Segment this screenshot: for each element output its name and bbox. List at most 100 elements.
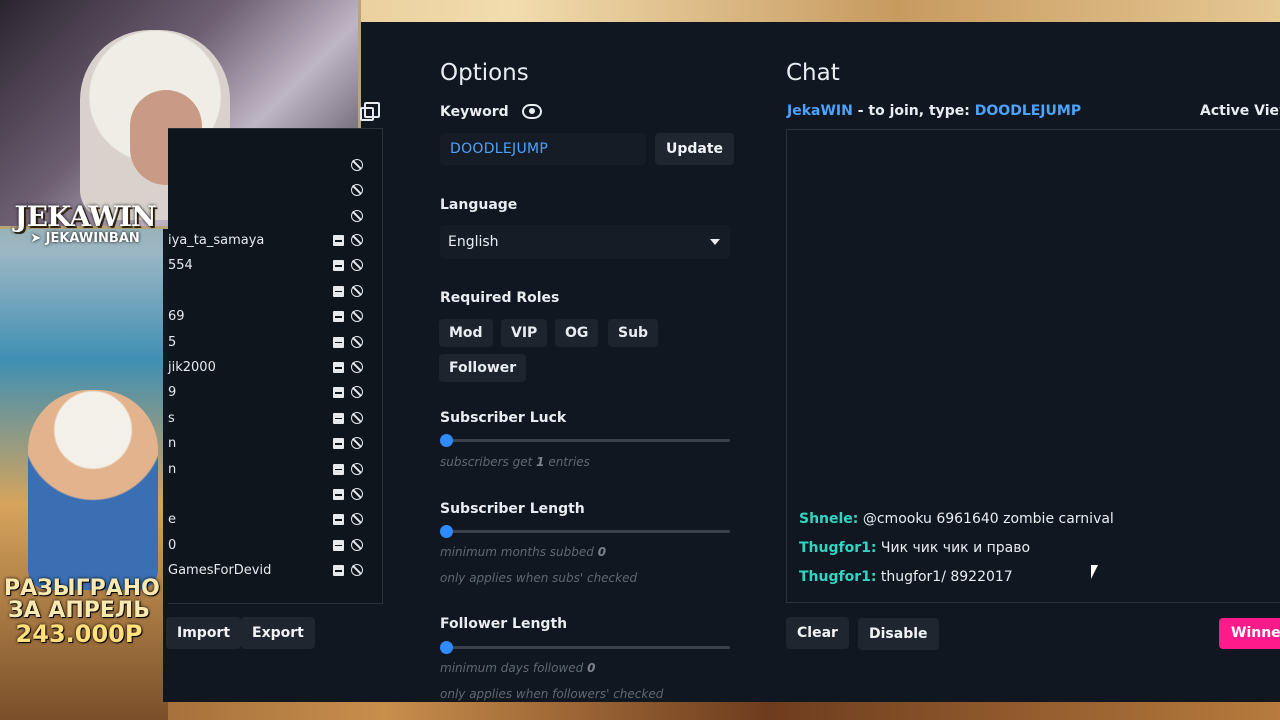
role-mod[interactable]: Mod (439, 319, 493, 347)
role-og[interactable]: OG (555, 319, 599, 347)
participant-row: jik2000 (168, 356, 382, 381)
ban-icon[interactable] (351, 284, 363, 297)
participant-row: n (168, 432, 382, 457)
participant-row: 9 (168, 381, 382, 406)
remove-icon[interactable] (333, 235, 344, 246)
keyword-input[interactable]: DOODLEJUMP (440, 133, 646, 165)
ban-icon[interactable] (351, 335, 363, 348)
active-viewers-label[interactable]: Active View (1200, 103, 1280, 119)
slider-thumb[interactable] (440, 434, 453, 447)
participant-row: GamesForDevid (168, 559, 382, 584)
role-vip[interactable]: VIP (501, 319, 548, 347)
remove-icon[interactable] (333, 438, 344, 450)
participant-name: GamesForDevid (168, 563, 272, 579)
remove-icon[interactable] (333, 565, 344, 577)
remove-icon[interactable] (333, 412, 344, 424)
subscriber-length-slider[interactable] (440, 525, 730, 538)
ban-icon[interactable] (351, 386, 363, 399)
slider-thumb[interactable] (440, 641, 453, 654)
participant-name: 5 (168, 334, 177, 350)
clear-button[interactable]: Clear (786, 617, 849, 649)
overlay-bottom-art (0, 702, 1280, 720)
brand-logo-text: JEKAWIN (14, 200, 156, 233)
remove-icon[interactable] (333, 336, 344, 348)
import-button[interactable]: Import (166, 617, 242, 649)
chevron-down-icon (710, 239, 720, 245)
promo-banner: РАЗЫГРАНО ЗА АПРЕЛЬ 243.000Р (4, 578, 160, 648)
participant-row: e (168, 508, 382, 533)
ban-icon[interactable] (351, 361, 363, 373)
remove-icon[interactable] (333, 311, 344, 323)
participant-row: s (168, 407, 382, 432)
ban-icon[interactable] (351, 209, 363, 222)
chat-message: Shnele: @cmooku 6961640 zombie carnival (799, 511, 1114, 527)
participant-name: 554 (168, 258, 193, 274)
ban-icon[interactable] (351, 259, 363, 272)
chat-log[interactable] (786, 129, 1280, 603)
participant-name: n (168, 436, 177, 452)
subscriber-length-note: only applies when subs' checked (440, 571, 638, 585)
disable-button[interactable]: Disable (858, 618, 939, 650)
participant-row: 554 (168, 254, 382, 279)
ban-icon[interactable] (351, 159, 363, 171)
ban-icon[interactable] (351, 437, 363, 450)
slider-thumb[interactable] (440, 525, 453, 538)
remove-icon[interactable] (333, 387, 344, 399)
mouse-cursor-icon (1091, 565, 1098, 579)
participant-row (168, 205, 382, 230)
subscriber-length-label: Subscriber Length (440, 501, 585, 517)
role-sub[interactable]: Sub (608, 319, 659, 347)
remove-icon[interactable] (333, 260, 344, 272)
chat-message: Thugfor1: thugfor1/ 8922017 (799, 569, 1013, 585)
participant-name: iya_ta_samaya (168, 233, 265, 248)
follower-length-slider[interactable] (440, 641, 730, 654)
follower-length-hint: minimum days followed 0 (440, 661, 596, 675)
participant-row: 0 (168, 534, 382, 559)
participant-row: 5 (168, 331, 382, 356)
ban-icon[interactable] (351, 564, 363, 577)
follower-length-note: only applies when followers' checked (440, 687, 664, 701)
export-button[interactable]: Export (241, 617, 315, 649)
remove-icon[interactable] (333, 514, 344, 526)
language-value: English (448, 234, 499, 250)
ban-icon[interactable] (351, 234, 363, 246)
participant-name: 0 (168, 537, 177, 553)
ban-icon[interactable] (351, 411, 363, 424)
update-button[interactable]: Update (655, 133, 735, 165)
remove-icon[interactable] (333, 285, 344, 297)
remove-icon[interactable] (333, 463, 344, 475)
ban-icon[interactable] (351, 184, 363, 197)
participant-row: iya_ta_samaya (168, 229, 382, 254)
language-select[interactable]: English (440, 225, 730, 259)
ban-icon[interactable] (351, 310, 363, 323)
remove-icon[interactable] (333, 489, 344, 500)
ban-icon[interactable] (351, 538, 363, 551)
chat-join-instructions: JekaWIN - to join, type: DOODLEJUMP (787, 103, 1082, 119)
remove-icon[interactable] (333, 539, 344, 551)
participant-row (168, 179, 382, 204)
role-follower[interactable]: Follower (439, 354, 527, 382)
ban-icon[interactable] (351, 462, 363, 475)
follower-length-label: Follower Length (440, 616, 568, 632)
remove-icon[interactable] (333, 362, 344, 373)
channel-name[interactable]: JekaWIN (787, 103, 853, 119)
participant-row (168, 280, 382, 305)
participant-name: jik2000 (168, 360, 216, 375)
participant-row: 69 (168, 305, 382, 330)
copy-icon[interactable] (360, 102, 380, 121)
participant-name: 9 (168, 385, 177, 401)
participant-name: e (168, 512, 176, 528)
winner-button[interactable]: Winner (1219, 618, 1280, 649)
subscriber-luck-hint: subscribers get 1 entries (440, 455, 590, 469)
eye-icon[interactable] (522, 104, 542, 119)
ban-icon[interactable] (351, 513, 363, 526)
participant-row: n (168, 458, 382, 483)
participant-row (168, 154, 382, 179)
language-label: Language (440, 197, 518, 213)
options-title: Options (440, 60, 529, 86)
promo-line-2: ЗА АПРЕЛЬ (8, 598, 150, 623)
ban-icon[interactable] (351, 488, 363, 500)
participant-list[interactable]: iya_ta_samaya 554 69 5 jik2000 9 s n n e 0 GamesFor… (168, 128, 383, 604)
subscriber-luck-slider[interactable] (440, 434, 730, 447)
promo-amount: 243.000Р (15, 620, 143, 648)
